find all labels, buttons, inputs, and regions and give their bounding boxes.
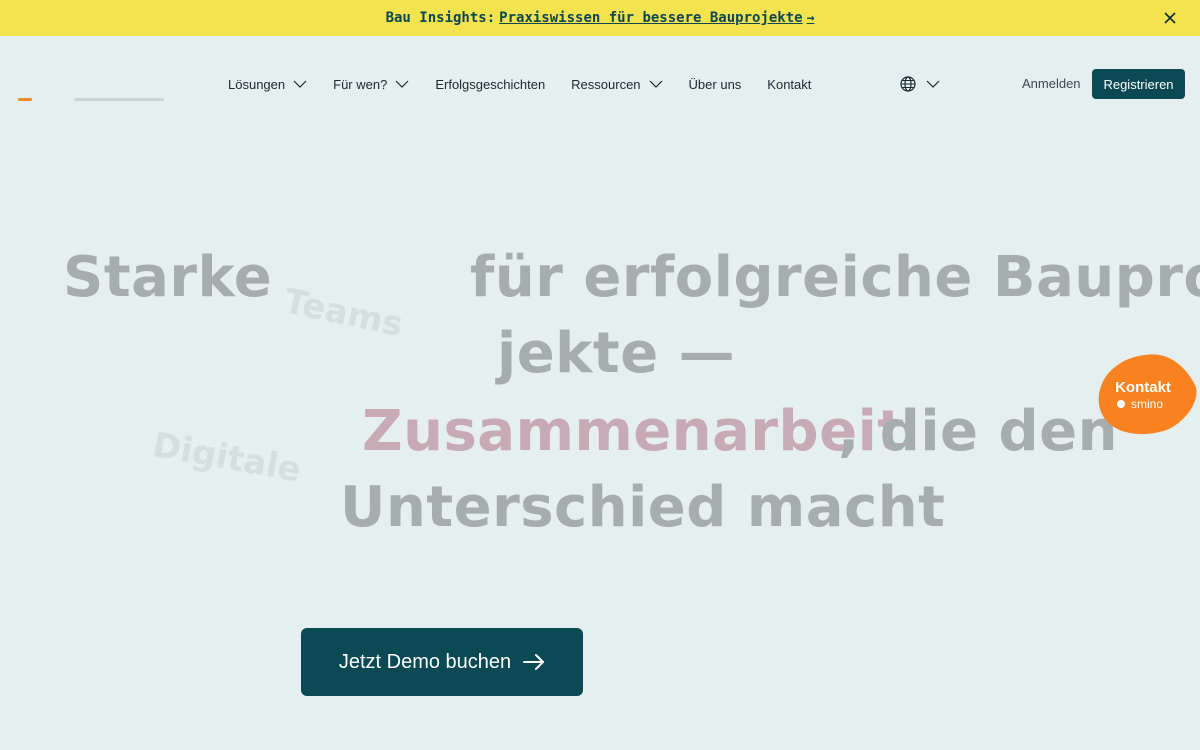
nav-item-erfolgsgeschichten[interactable]: Erfolgsgeschichten [435, 77, 545, 92]
hero-word-unterschied: Unterschied macht [340, 475, 946, 540]
globe-icon [900, 76, 916, 92]
hero-word-zusammenarbeit: Zusammenarbeit [362, 399, 905, 464]
nav-item-label: Für wen? [333, 76, 388, 92]
nav-item-ressourcen[interactable]: Ressourcen [571, 77, 662, 92]
hero-word-die-den: , die den [838, 399, 1118, 464]
banner-link[interactable]: Praxiswissen für bessere Bauprojekte → [499, 10, 814, 26]
hero-word-starke: Starke [63, 245, 273, 310]
login-link[interactable]: Anmelden [1022, 76, 1081, 91]
close-icon[interactable] [1162, 10, 1178, 26]
contact-widget-title: Kontakt [1115, 379, 1171, 396]
nav-item-kontakt[interactable]: Kontakt [767, 77, 811, 92]
smino-dot-icon [1117, 400, 1125, 408]
banner-prefix: Bau Insights: [385, 10, 496, 26]
arrow-right-icon [523, 654, 545, 670]
nav-item-label: Lösungen [228, 76, 286, 92]
logo-bar [74, 98, 164, 101]
nav-item-loesungen[interactable]: Lösungen [228, 77, 307, 92]
contact-widget-brand-label: smino [1131, 397, 1164, 411]
language-selector[interactable] [900, 74, 940, 94]
nav-item-ueber-uns[interactable]: Über uns [689, 77, 742, 92]
arrow-right-icon: → [806, 10, 815, 26]
announcement-banner: Bau Insights: Praxiswissen für bessere B… [0, 0, 1200, 36]
book-demo-label: Jetzt Demo buchen [338, 650, 512, 673]
nav-item-label: Über uns [688, 76, 742, 92]
book-demo-button[interactable]: Jetzt Demo buchen [301, 628, 583, 696]
nav-item-label: Kontakt [767, 76, 812, 92]
floating-word-teams: Teams [280, 281, 407, 346]
nav-item-label: Ressourcen [571, 76, 641, 92]
chevron-down-icon [926, 80, 940, 88]
logo-dot [18, 98, 32, 101]
register-button[interactable]: Registrieren [1092, 69, 1185, 99]
hero-word-fuer: für erfolgreiche Baupro- [470, 245, 1200, 310]
main-nav: Lösungen Für wen? Erfolgsgeschichten Res… [228, 74, 811, 94]
nav-item-label: Erfolgsgeschichten [435, 76, 546, 92]
chevron-down-icon [395, 80, 409, 88]
floating-word-digitale: Digitale [149, 425, 305, 491]
contact-widget-brand: smino [1117, 397, 1163, 411]
nav-item-fuer-wen[interactable]: Für wen? [333, 77, 409, 92]
hero-word-jekte: jekte — [497, 321, 736, 386]
chevron-down-icon [649, 80, 662, 88]
contact-widget[interactable]: Kontakt smino [1097, 353, 1198, 435]
banner-link-text: Praxiswissen für bessere Bauprojekte [499, 10, 803, 26]
chevron-down-icon [293, 80, 307, 88]
logo[interactable] [18, 96, 164, 102]
